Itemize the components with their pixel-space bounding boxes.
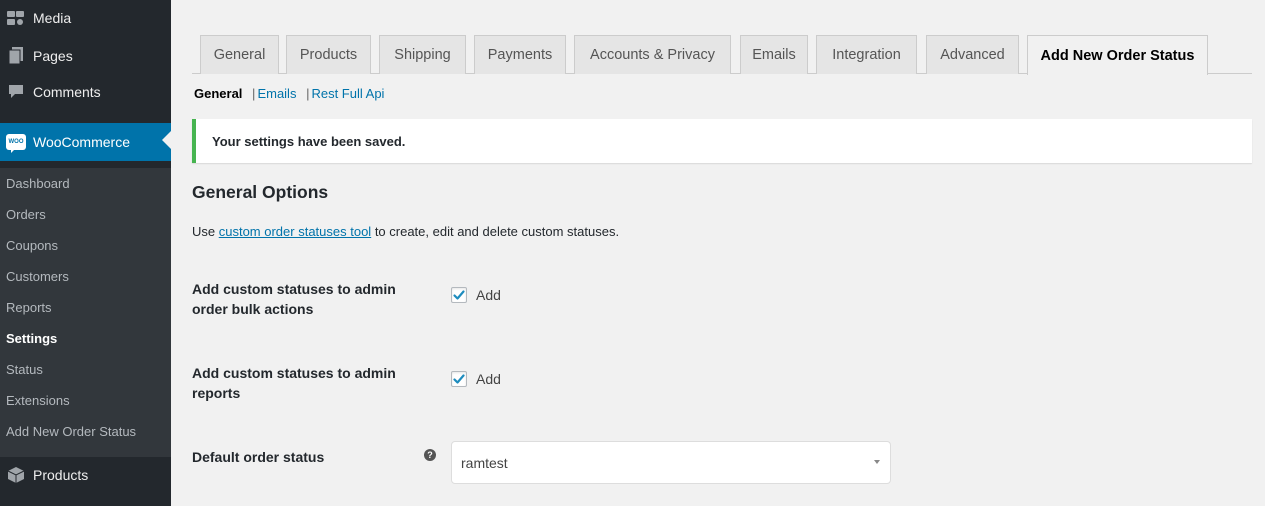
description-after: to create, edit and delete custom status…: [371, 224, 620, 239]
menu-label: Pages: [33, 48, 73, 64]
reports-checkbox-label: Add: [476, 371, 501, 387]
section-separator: |: [306, 86, 310, 101]
menu-label: Comments: [33, 84, 101, 100]
admin-sidebar: Media Pages Comments WOO WooCommerce Das…: [0, 0, 171, 506]
description-before: Use: [192, 224, 219, 239]
default-status-select[interactable]: ramtest: [451, 441, 891, 484]
tab-advanced[interactable]: Advanced: [926, 35, 1019, 74]
custom-statuses-tool-link[interactable]: custom order statuses tool: [219, 224, 371, 239]
submenu-item-settings[interactable]: Settings: [6, 331, 57, 346]
menu-item-woocommerce[interactable]: WOO WooCommerce: [0, 123, 171, 161]
help-tip-icon[interactable]: ?: [424, 449, 436, 461]
tab-emails[interactable]: Emails: [740, 35, 808, 74]
options-description: Use custom order statuses tool to create…: [192, 224, 619, 239]
notice-text: Your settings have been saved.: [212, 133, 406, 149]
section-separator: |: [252, 86, 256, 101]
default-status-label: Default order status: [192, 449, 325, 465]
checkmark-icon: [453, 290, 465, 300]
default-status-value: ramtest: [461, 454, 508, 471]
submenu-item-add-new-order-status[interactable]: Add New Order Status: [6, 424, 136, 439]
tab-shipping[interactable]: Shipping: [379, 35, 466, 74]
tab-general[interactable]: General: [200, 35, 279, 74]
media-icon: [6, 8, 26, 28]
bulk-actions-checkbox[interactable]: [451, 287, 467, 303]
chevron-down-icon: [874, 460, 880, 464]
reports-label: Add custom statuses to admin reports: [192, 365, 396, 401]
tab-integration[interactable]: Integration: [816, 35, 917, 74]
menu-item-media[interactable]: Media: [0, 1, 171, 35]
pages-icon: [6, 46, 26, 66]
reports-checkbox-row[interactable]: Add: [451, 371, 501, 387]
bulk-actions-label: Add custom statuses to admin order bulk …: [192, 281, 396, 317]
page-heading: General Options: [192, 182, 329, 202]
tab-products[interactable]: Products: [286, 35, 371, 74]
section-links: General | Emails | Rest Full Api: [194, 86, 384, 101]
menu-label: Products: [33, 467, 89, 483]
submenu-item-reports[interactable]: Reports: [6, 300, 52, 315]
submenu-item-coupons[interactable]: Coupons: [6, 238, 58, 253]
menu-label: Media: [33, 10, 72, 26]
submenu-item-extensions[interactable]: Extensions: [6, 393, 70, 408]
tab-payments[interactable]: Payments: [474, 35, 566, 74]
submenu-item-customers[interactable]: Customers: [6, 269, 69, 284]
bulk-actions-checkbox-row[interactable]: Add: [451, 287, 501, 303]
submenu-item-orders[interactable]: Orders: [6, 207, 46, 222]
menu-item-products[interactable]: Products: [0, 458, 171, 492]
section-link-general[interactable]: General: [194, 86, 242, 101]
woo-badge: WOO: [6, 134, 26, 153]
menu-label: WooCommerce: [33, 134, 130, 150]
comments-icon: [6, 82, 26, 102]
bulk-actions-checkbox-label: Add: [476, 287, 501, 303]
products-icon: [6, 465, 26, 485]
menu-item-comments[interactable]: Comments: [0, 75, 171, 109]
section-link-rest-full-api[interactable]: Rest Full Api: [311, 86, 384, 101]
menu-item-pages[interactable]: Pages: [0, 39, 171, 73]
submenu-item-status[interactable]: Status: [6, 362, 43, 377]
tab-add-new-order-status[interactable]: Add New Order Status: [1027, 35, 1208, 75]
success-notice: Your settings have been saved.: [192, 119, 1252, 163]
section-link-emails[interactable]: Emails: [257, 86, 296, 101]
woocommerce-icon: WOO: [6, 132, 26, 153]
reports-checkbox[interactable]: [451, 371, 467, 387]
checkmark-icon: [453, 374, 465, 384]
submenu-item-dashboard[interactable]: Dashboard: [6, 176, 70, 191]
woocommerce-submenu: Dashboard Orders Coupons Customers Repor…: [0, 168, 171, 457]
tab-accounts-privacy[interactable]: Accounts & Privacy: [574, 35, 731, 74]
